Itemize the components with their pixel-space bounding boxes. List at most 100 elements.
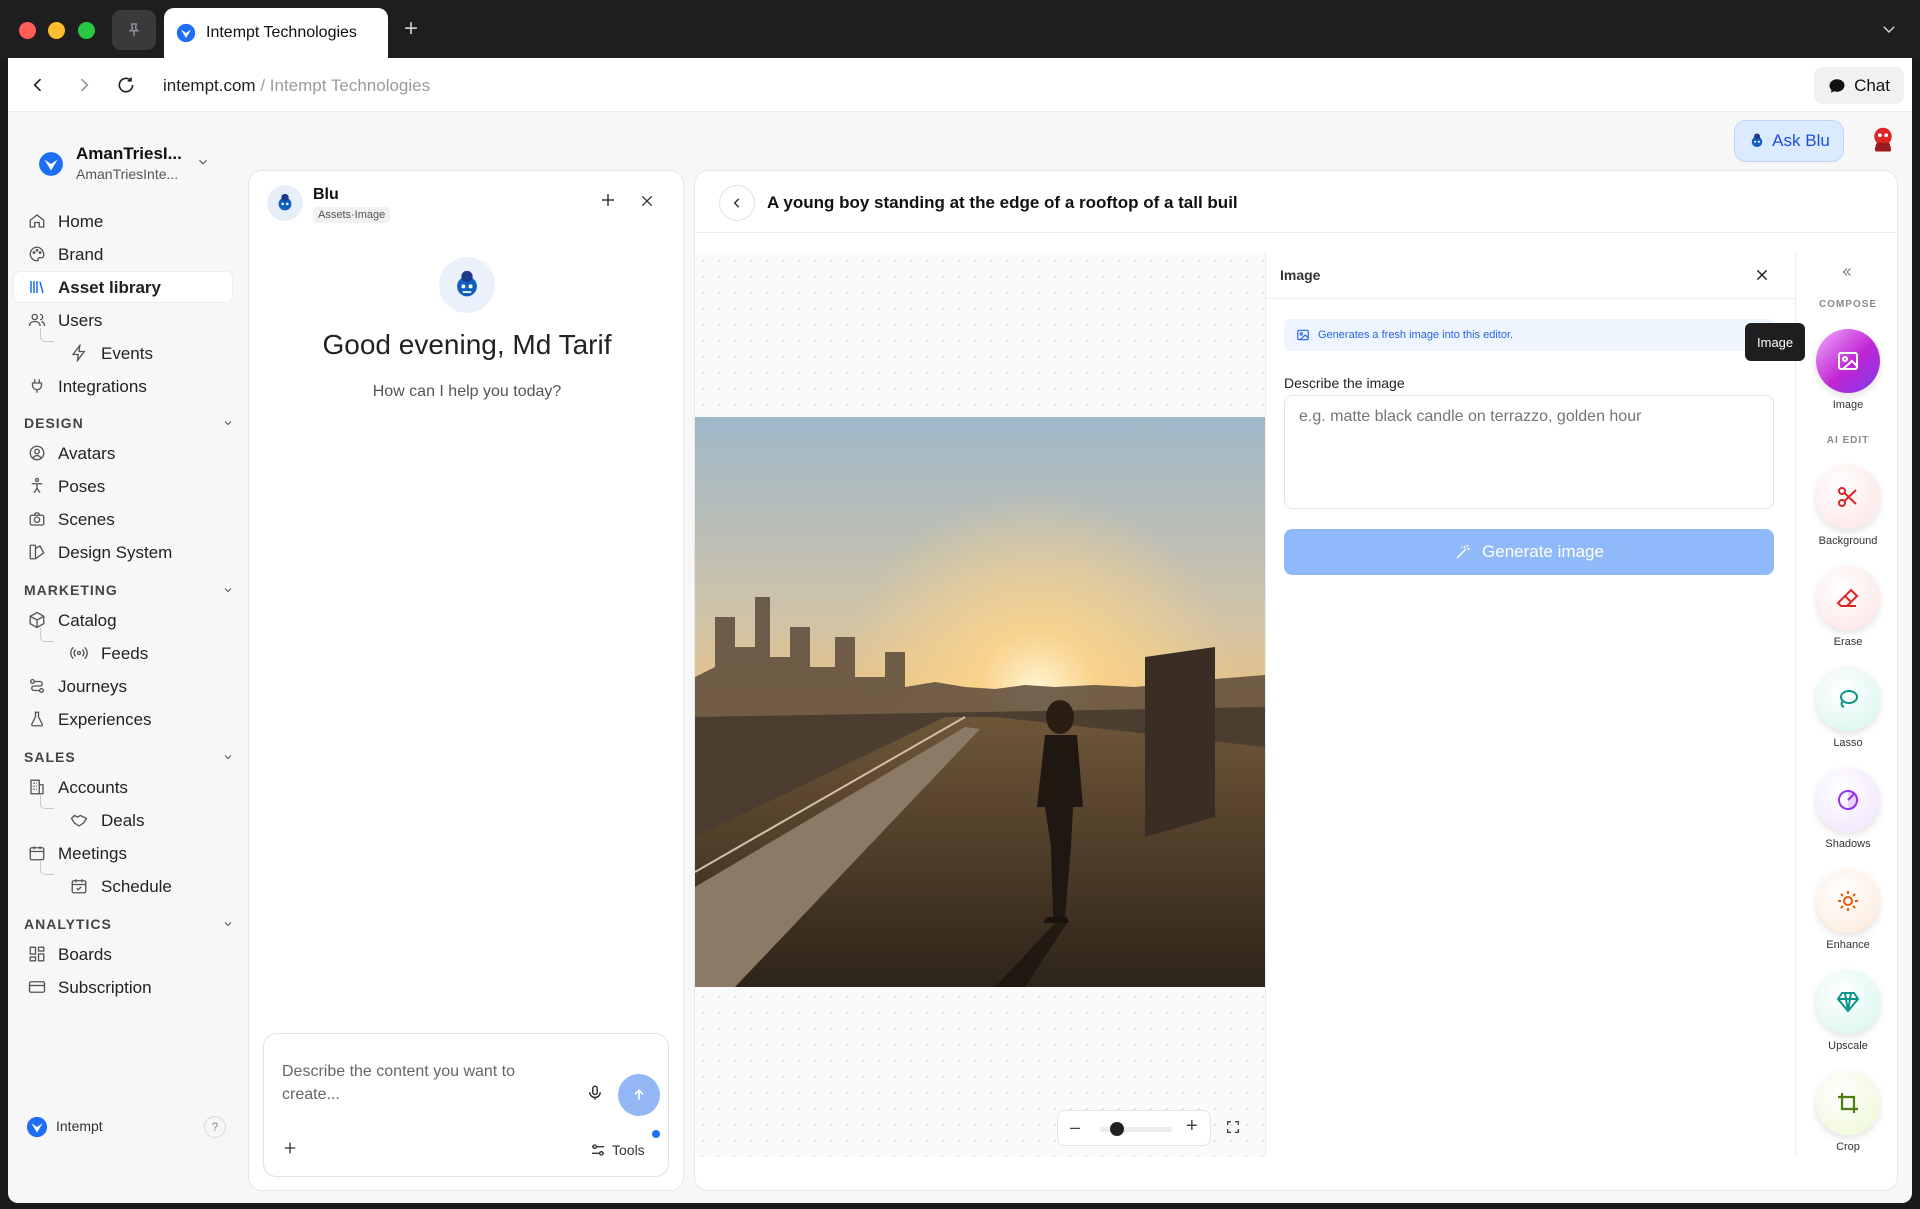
back-icon[interactable] [28,75,48,95]
chevron-left-icon [733,198,740,208]
sidebar-item-design-system[interactable]: Design System [14,537,232,567]
sidebar-item-feeds[interactable]: Feeds [14,638,232,668]
sidebar-item-label: Home [58,212,104,231]
asset-image[interactable] [695,417,1265,987]
sidebar-item-avatars[interactable]: Avatars [14,438,232,468]
blu-avatar [267,185,303,221]
close-icon[interactable] [639,193,655,209]
building-icon [30,779,44,795]
collapse-chevrons-icon[interactable] [1840,265,1854,279]
describe-image-input[interactable] [1284,395,1774,509]
tool-lasso-button[interactable] [1816,667,1880,731]
describe-label: Describe the image [1284,375,1405,391]
tool-crop[interactable]: Crop [1814,1071,1882,1153]
tool-label: Lasso [1833,737,1863,749]
tab-menu-chevron-icon[interactable] [1880,20,1898,38]
minimize-window-button[interactable] [48,22,65,39]
pin-icon [128,23,140,36]
tool-enhance[interactable]: Enhance [1814,869,1882,951]
zoom-slider-handle[interactable] [1110,1122,1124,1136]
tool-shadows[interactable]: Shadows [1814,768,1882,850]
sidebar-item-scenes[interactable]: Scenes [14,504,232,534]
sidebar-item-schedule[interactable]: Schedule [14,871,232,901]
section-analytics[interactable]: ANALYTICS [24,916,234,932]
scissors-icon [1838,487,1857,507]
close-window-button[interactable] [19,22,36,39]
sidebar-item-journeys[interactable]: Journeys [14,671,232,701]
ask-blu-button[interactable]: Ask Blu [1734,120,1844,162]
box-icon [29,611,45,629]
sidebar-item-deals[interactable]: Deals [14,805,232,835]
tab-title: Intempt Technologies [206,24,357,41]
sidebar-item-home[interactable]: Home [14,206,232,236]
sidebar-item-experiences[interactable]: Experiences [14,704,232,734]
maximize-window-button[interactable] [78,22,95,39]
grid-icon [29,946,45,962]
intempt-logo-icon [176,23,196,43]
sidebar-item-label: Journeys [58,677,127,696]
browser-tab[interactable]: Intempt Technologies [164,8,388,58]
section-design[interactable]: DESIGN [24,415,234,431]
tool-lasso[interactable]: Lasso [1814,667,1882,749]
lightning-icon [71,344,86,362]
tool-image-button[interactable] [1816,329,1880,393]
tool-erase-button[interactable] [1816,566,1880,630]
sidebar-item-label: Meetings [58,844,127,863]
tool-image[interactable]: Image [1814,329,1882,411]
zoom-in-button[interactable]: + [1186,1115,1198,1138]
ask-blu-label: Ask Blu [1772,131,1830,150]
microphone-icon[interactable] [586,1084,604,1102]
calendar-check-icon [71,879,87,894]
tools-button[interactable]: Tools [590,1142,645,1158]
zoom-out-button[interactable]: – [1070,1117,1080,1138]
new-tab-button[interactable]: + [404,17,418,41]
pin-tab-button[interactable] [112,10,156,50]
forward-icon[interactable] [74,75,94,95]
help-button[interactable]: ? [204,1116,226,1138]
avatar-circle-icon [29,445,45,461]
url-text[interactable]: intempt.com / Intempt Technologies [163,76,430,96]
sidebar-item-label: Scenes [58,510,115,529]
sidebar-item-boards[interactable]: Boards [14,939,232,969]
section-sales[interactable]: SALES [24,749,234,765]
sidebar-item-integrations[interactable]: Integrations [14,371,232,401]
sidebar-item-label: Subscription [58,978,152,997]
sidebar-item-asset-library[interactable]: Asset library [14,272,232,302]
tool-label: Enhance [1826,939,1870,951]
editor-back-button[interactable] [719,185,755,221]
crop-icon [1838,1093,1858,1113]
tool-crop-button[interactable] [1816,1071,1880,1135]
editor-canvas[interactable]: – + [695,253,1265,1157]
workspace-switcher[interactable]: AmanTriesI... AmanTriesInte... [38,144,238,184]
tool-enhance-button[interactable] [1816,869,1880,933]
tool-upscale-button[interactable] [1816,970,1880,1034]
chevron-down-icon [224,922,232,927]
tool-background-button[interactable] [1816,465,1880,529]
sidebar-item-brand[interactable]: Brand [14,239,232,269]
tool-label: Crop [1836,1141,1860,1153]
rail-section-compose: COMPOSE [1818,299,1878,310]
chat-button[interactable]: Chat [1814,67,1904,104]
section-title: MARKETING [24,582,118,598]
sidebar-item-label: Brand [58,245,104,264]
close-icon[interactable] [1754,267,1770,283]
sidebar-item-poses[interactable]: Poses [14,471,232,501]
composer-input[interactable]: Describe the content you want to create.… [282,1060,552,1106]
user-avatar-icon[interactable] [1868,124,1898,154]
plus-icon[interactable] [599,191,617,209]
greeting-text: Good evening, Md Tarif [322,329,612,360]
fullscreen-icon[interactable] [1225,1119,1241,1135]
sidebar-item-subscription[interactable]: Subscription [14,972,232,1002]
tool-erase[interactable]: Erase [1814,566,1882,648]
reload-icon[interactable] [116,75,136,95]
sidebar-item-events[interactable]: Events [14,338,232,368]
panel-header: Image [1266,253,1796,299]
generate-image-button[interactable]: Generate image [1284,529,1774,575]
tool-background[interactable]: Background [1814,465,1882,547]
chat-composer[interactable]: Describe the content you want to create.… [263,1033,669,1177]
section-marketing[interactable]: MARKETING [24,582,234,598]
attach-plus-icon[interactable] [282,1140,298,1156]
send-button[interactable] [618,1074,660,1116]
tool-shadows-button[interactable] [1816,768,1880,832]
tool-upscale[interactable]: Upscale [1814,970,1882,1052]
